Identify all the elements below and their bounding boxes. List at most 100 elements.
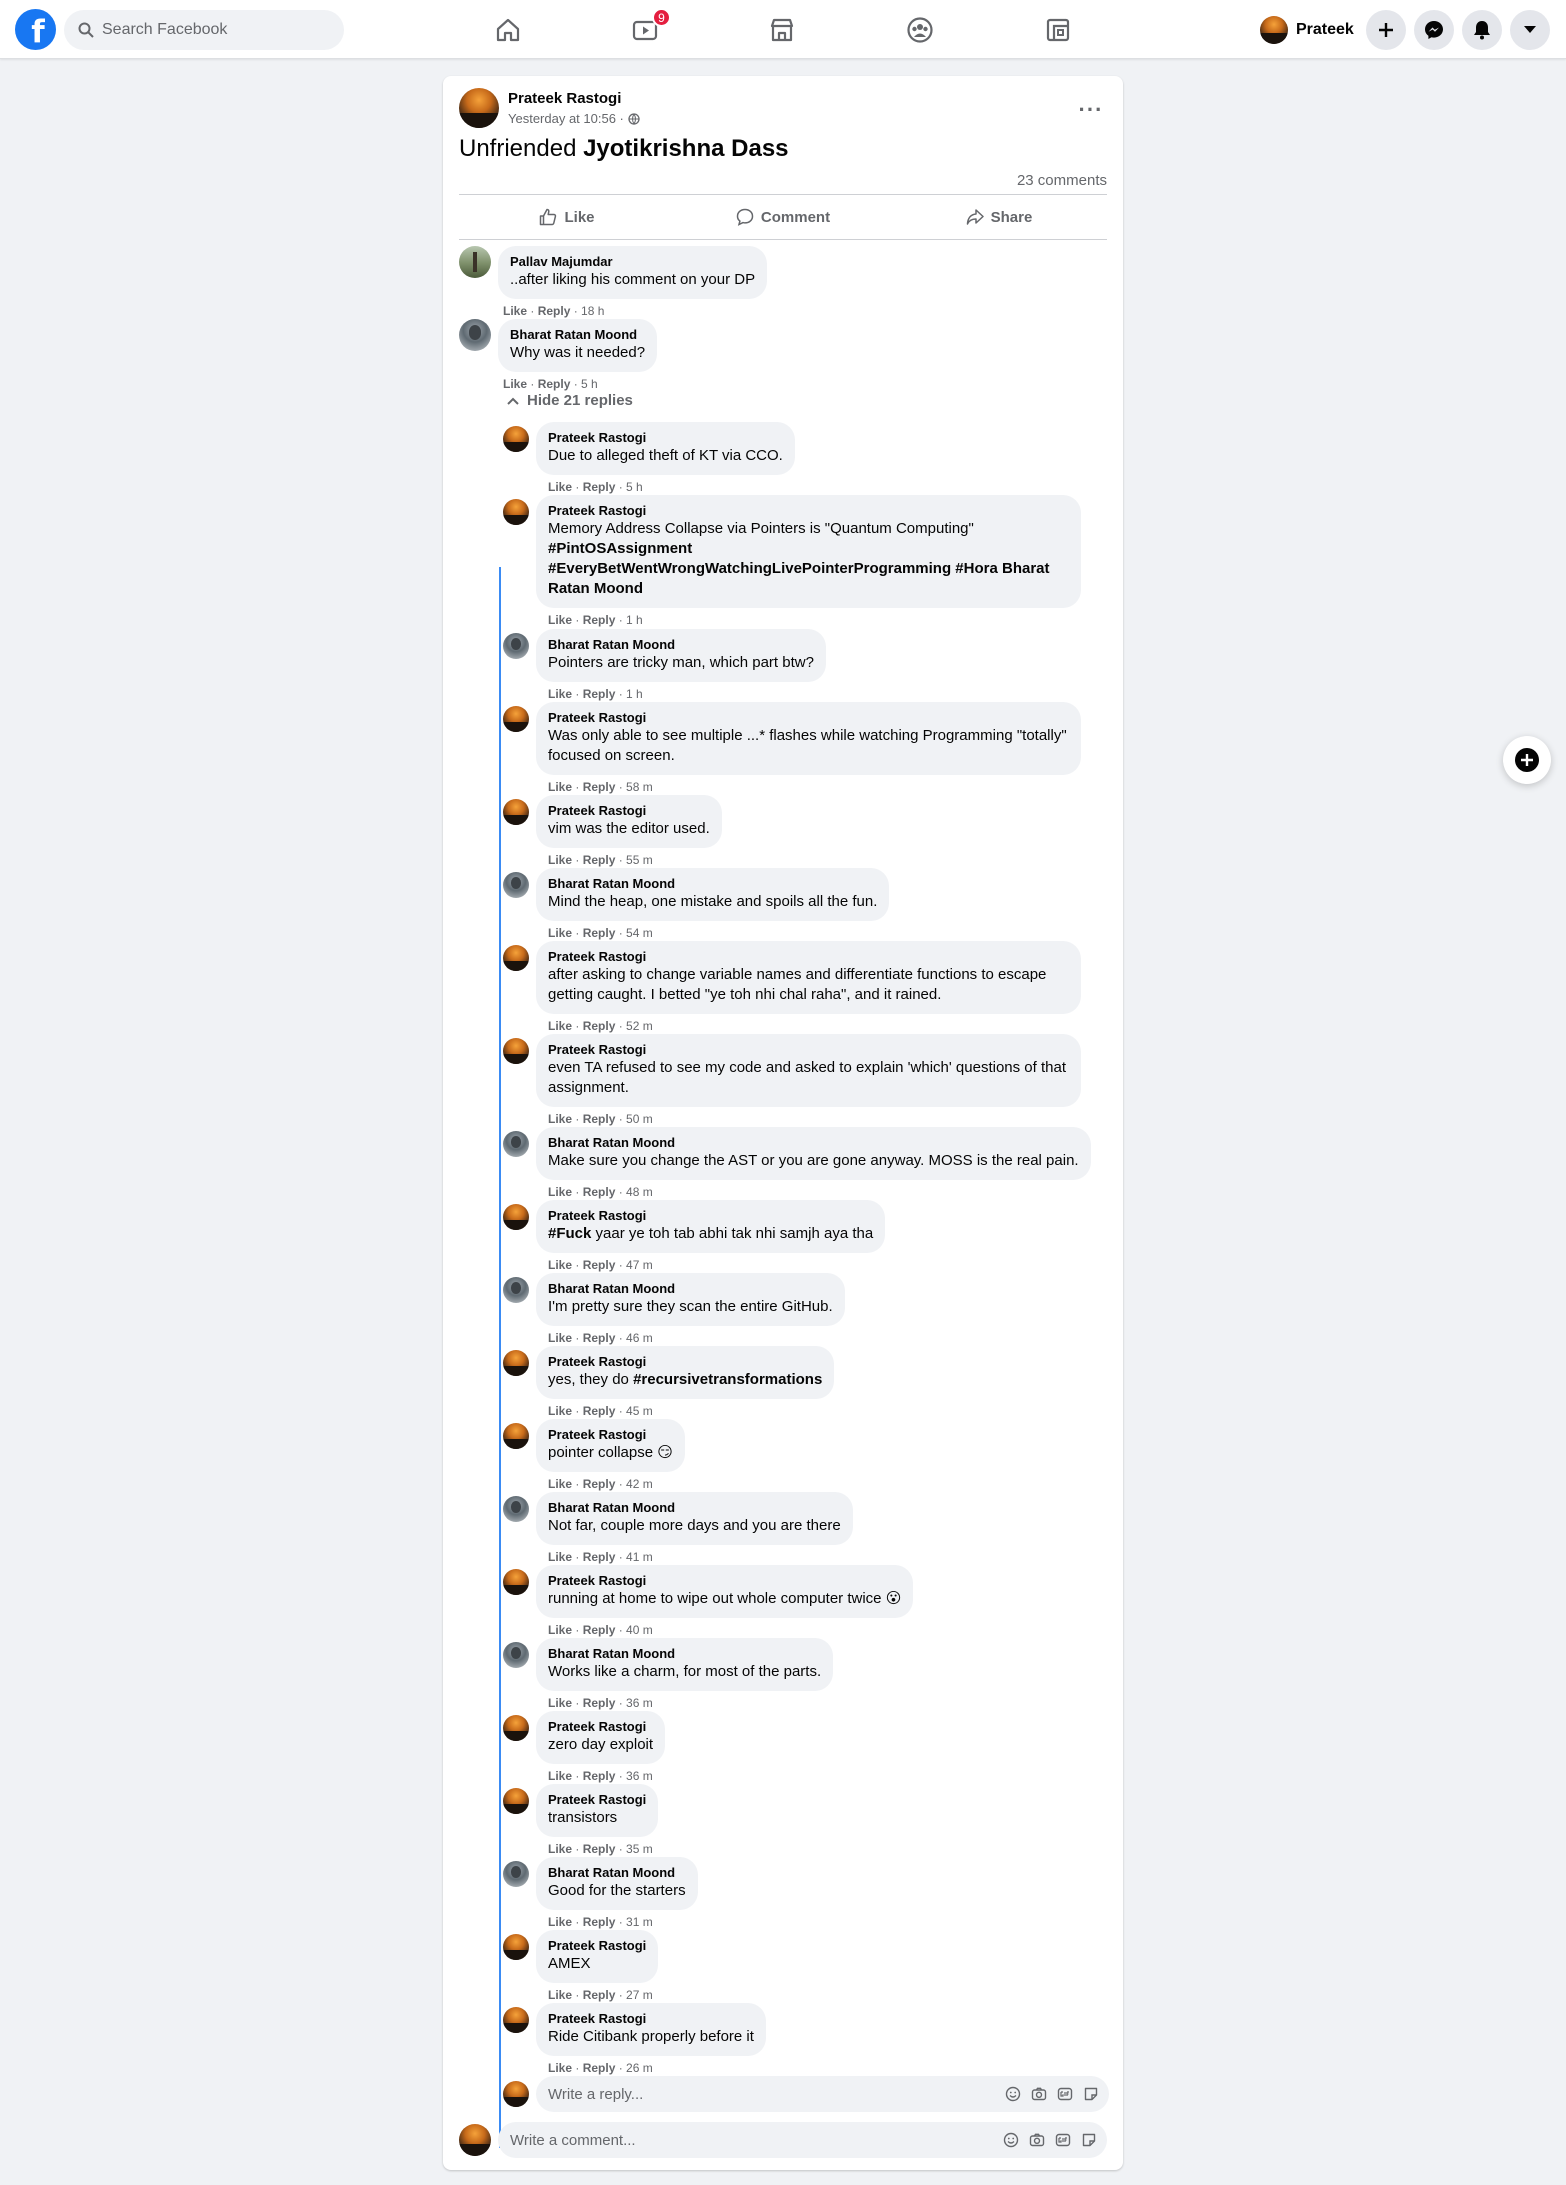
hashtag-link[interactable]: #Fuck [548,1225,591,1242]
camera-icon[interactable] [1029,2132,1045,2148]
reply-reply-link[interactable]: Reply [583,780,616,794]
reply-reply-link[interactable]: Reply [583,613,616,627]
reply-author[interactable]: Prateek Rastogi [548,710,1069,726]
reply-avatar[interactable] [503,1861,529,1887]
emoji-icon[interactable] [1003,2132,1019,2148]
notifications-button[interactable] [1462,10,1502,50]
reply-input-box[interactable] [536,2076,1109,2112]
reply-reply-link[interactable]: Reply [583,1550,616,1564]
reply-time[interactable]: 31 m [626,1915,653,1929]
reply-author[interactable]: Bharat Ratan Moond [548,1135,1079,1151]
share-button[interactable]: Share [891,199,1107,235]
reply-time[interactable]: 45 m [626,1404,653,1418]
reply-author[interactable]: Bharat Ratan Moond [548,637,814,653]
profile-chip[interactable]: Prateek [1256,12,1364,48]
reply-author[interactable]: Prateek Rastogi [548,1042,1069,1058]
emoji-icon[interactable] [1005,2086,1021,2102]
reply-time[interactable]: 1 h [626,613,643,627]
reply-like-link[interactable]: Like [548,926,572,940]
reply-reply-link[interactable]: Reply [583,1696,616,1710]
reply-like-link[interactable]: Like [548,1185,572,1199]
reply-avatar[interactable] [503,1131,529,1157]
watch-tab[interactable]: 9 [615,8,675,52]
comment-count[interactable]: 23 comments [1017,172,1107,189]
messenger-button[interactable] [1414,10,1454,50]
reply-like-link[interactable]: Like [548,1623,572,1637]
reply-author[interactable]: Prateek Rastogi [548,1208,873,1224]
reply-reply-link[interactable]: Reply [583,1915,616,1929]
reply-reply-link[interactable]: Reply [583,1477,616,1491]
unfriended-person-name[interactable]: Jyotikrishna Dass [583,135,788,162]
reply-author[interactable]: Prateek Rastogi [548,2011,754,2027]
reply-author[interactable]: Prateek Rastogi [548,949,1069,965]
reply-reply-link[interactable]: Reply [583,926,616,940]
reply-time[interactable]: 1 h [626,687,643,701]
reply-author[interactable]: Prateek Rastogi [548,503,1069,519]
comment-like-link[interactable]: Like [503,304,527,318]
reply-author[interactable]: Prateek Rastogi [548,1792,646,1808]
reply-avatar[interactable] [503,1642,529,1668]
author-avatar[interactable] [459,88,499,128]
reply-time[interactable]: 50 m [626,1112,653,1126]
reply-time[interactable]: 54 m [626,926,653,940]
comment-input-box[interactable] [498,2122,1107,2158]
reply-avatar[interactable] [503,872,529,898]
reply-like-link[interactable]: Like [548,1404,572,1418]
reply-time[interactable]: 55 m [626,853,653,867]
reply-reply-link[interactable]: Reply [583,1019,616,1033]
reply-like-link[interactable]: Like [548,1769,572,1783]
reply-avatar[interactable] [503,1788,529,1814]
reply-author[interactable]: Prateek Rastogi [548,1354,822,1370]
reply-like-link[interactable]: Like [548,613,572,627]
reply-author[interactable]: Prateek Rastogi [548,803,710,819]
sticker-icon[interactable] [1081,2132,1097,2148]
reply-like-link[interactable]: Like [548,687,572,701]
reply-avatar[interactable] [503,706,529,732]
reply-avatar[interactable] [503,499,529,525]
commenter-name[interactable]: Pallav Majumdar [510,254,755,270]
reply-like-link[interactable]: Like [548,1258,572,1272]
post-author[interactable]: Prateek Rastogi [508,90,640,107]
reply-author[interactable]: Bharat Ratan Moond [548,1281,833,1297]
reply-author[interactable]: Prateek Rastogi [548,1427,673,1443]
reply-avatar[interactable] [503,1569,529,1595]
reply-author[interactable]: Prateek Rastogi [548,1573,901,1589]
reply-like-link[interactable]: Like [548,1112,572,1126]
comment-time[interactable]: 18 h [581,304,604,318]
hashtag-link[interactable]: #PintOSAssignment [548,540,692,557]
reply-avatar[interactable] [503,1423,529,1449]
reply-time[interactable]: 36 m [626,1696,653,1710]
reply-reply-link[interactable]: Reply [583,687,616,701]
create-button[interactable] [1366,10,1406,50]
reply-reply-link[interactable]: Reply [583,1404,616,1418]
reply-avatar[interactable] [503,426,529,452]
reply-time[interactable]: 42 m [626,1477,653,1491]
sticker-icon[interactable] [1083,2086,1099,2102]
reply-like-link[interactable]: Like [548,1550,572,1564]
post-time[interactable]: Yesterday at 10:56 · [508,111,624,126]
reply-reply-link[interactable]: Reply [583,1185,616,1199]
reply-like-link[interactable]: Like [548,853,572,867]
home-tab[interactable] [478,8,538,52]
reply-author[interactable]: Bharat Ratan Moond [548,1500,841,1516]
gif-icon[interactable] [1057,2086,1073,2102]
hashtag-link[interactable]: #EveryBetWentWrongWatchingLivePointerPro… [548,560,951,577]
comment-like-link[interactable]: Like [503,377,527,391]
reply-input[interactable] [548,2085,948,2103]
reply-reply-link[interactable]: Reply [583,1112,616,1126]
marketplace-tab[interactable] [752,8,812,52]
gaming-tab[interactable] [1028,8,1088,52]
like-button[interactable]: Like [459,199,675,235]
reply-like-link[interactable]: Like [548,1842,572,1856]
reply-time[interactable]: 35 m [626,1842,653,1856]
reply-author[interactable]: Bharat Ratan Moond [548,1646,821,1662]
comment-button[interactable]: Comment [675,199,891,235]
camera-icon[interactable] [1031,2086,1047,2102]
commenter-name[interactable]: Bharat Ratan Moond [510,327,645,343]
reply-avatar[interactable] [503,1038,529,1064]
search-input[interactable] [102,21,322,39]
groups-tab[interactable] [890,8,950,52]
commenter-avatar[interactable] [459,319,491,351]
reply-time[interactable]: 47 m [626,1258,653,1272]
reply-time[interactable]: 40 m [626,1623,653,1637]
